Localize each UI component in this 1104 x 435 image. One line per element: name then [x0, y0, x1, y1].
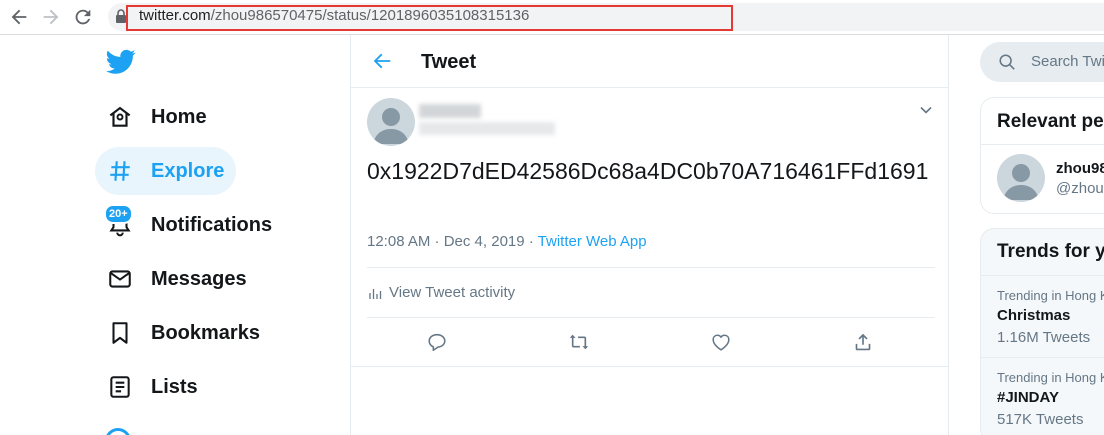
nav-lists-label: Lists: [151, 375, 198, 398]
nav-notifications-label: Notifications: [151, 213, 273, 236]
back-icon[interactable]: [8, 6, 30, 28]
relevant-people-title: Relevant people: [997, 111, 1104, 132]
bell-icon: 20+: [104, 204, 133, 238]
search-box[interactable]: Search Twitter: [980, 42, 1104, 82]
author-avatar[interactable]: [367, 98, 415, 146]
retweet-icon[interactable]: [568, 331, 590, 353]
nav-bookmarks-label: Bookmarks: [151, 321, 260, 344]
main-column: Tweet 0x1922D7dED42586Dc68a4DC0b70A71646…: [350, 35, 949, 435]
view-tweet-activity-label: View Tweet activity: [389, 284, 516, 301]
divider: [981, 357, 1104, 358]
author-name-blurred: [419, 104, 481, 118]
nav-lists[interactable]: Lists: [95, 363, 210, 411]
relevant-person-handle: @zhou986570475: [1056, 180, 1104, 197]
divider: [351, 366, 949, 367]
tweet-text: 0x1922D7dED42586Dc68a4DC0b70A716461FFd16…: [367, 158, 929, 184]
browser-toolbar: twitter.com/zhou986570475/status/1201896…: [0, 0, 1104, 35]
nav-explore[interactable]: Explore: [95, 147, 237, 195]
left-navigation: Home Explore 20+ Notifications Messages …: [0, 35, 350, 435]
divider: [981, 144, 1104, 145]
url-highlight-box: [126, 5, 733, 31]
trend-context: Trending in Hong Kong: [997, 288, 1104, 303]
reload-icon[interactable]: [72, 6, 94, 28]
tweet-source-link[interactable]: Twitter Web App: [538, 233, 647, 250]
nav-bookmarks[interactable]: Bookmarks: [95, 309, 272, 357]
share-icon[interactable]: [852, 331, 874, 353]
author-handle-blurred: [419, 122, 555, 135]
nav-home-label: Home: [151, 105, 207, 128]
reply-icon[interactable]: [426, 331, 448, 353]
nav-notifications[interactable]: 20+ Notifications: [95, 201, 284, 249]
relevant-person-avatar[interactable]: [997, 154, 1045, 202]
divider: [367, 267, 935, 268]
nav-home[interactable]: Home: [95, 93, 219, 141]
nav-messages[interactable]: Messages: [95, 255, 259, 303]
view-tweet-activity[interactable]: View Tweet activity: [367, 284, 515, 301]
profile-nav-icon[interactable]: [105, 428, 131, 435]
trends-title: Trends for you: [997, 241, 1104, 262]
bookmark-icon: [107, 320, 133, 346]
analytics-icon: [369, 288, 382, 299]
relevant-people-panel: Relevant people zhou986570475 @zhou98657…: [980, 97, 1104, 214]
trend-count: 517K Tweets: [997, 411, 1084, 428]
trend-name[interactable]: Christmas: [997, 307, 1070, 324]
search-icon: [999, 54, 1015, 70]
envelope-icon: [107, 266, 133, 292]
tweet-timestamp[interactable]: 12:08 AM · Dec 4, 2019 ·: [367, 233, 538, 250]
chevron-down-icon[interactable]: [919, 103, 933, 117]
back-arrow-icon[interactable]: [371, 50, 393, 72]
trend-count: 1.16M Tweets: [997, 329, 1091, 346]
notification-badge: 20+: [104, 204, 133, 224]
like-heart-icon[interactable]: [710, 331, 732, 353]
page-title: Tweet: [421, 51, 477, 73]
hashtag-icon: [107, 158, 133, 184]
trends-panel: Trends for you Trending in Hong Kong Chr…: [980, 228, 1104, 435]
forward-icon[interactable]: [40, 6, 62, 28]
nav-messages-label: Messages: [151, 267, 247, 290]
search-placeholder: Search Twitter: [1031, 53, 1104, 70]
divider: [367, 317, 935, 318]
nav-explore-label: Explore: [151, 159, 225, 182]
trend-context: Trending in Hong Kong: [997, 370, 1104, 385]
home-icon: [107, 104, 133, 130]
divider: [981, 275, 1104, 276]
list-icon: [107, 374, 133, 400]
relevant-person-name[interactable]: zhou986570475: [1056, 160, 1104, 177]
column-header: Tweet: [351, 35, 949, 88]
twitter-bird-icon[interactable]: [106, 49, 136, 75]
tweet-meta: 12:08 AM · Dec 4, 2019 · Twitter Web App: [367, 233, 647, 250]
trend-name[interactable]: #JINDAY: [997, 389, 1059, 406]
